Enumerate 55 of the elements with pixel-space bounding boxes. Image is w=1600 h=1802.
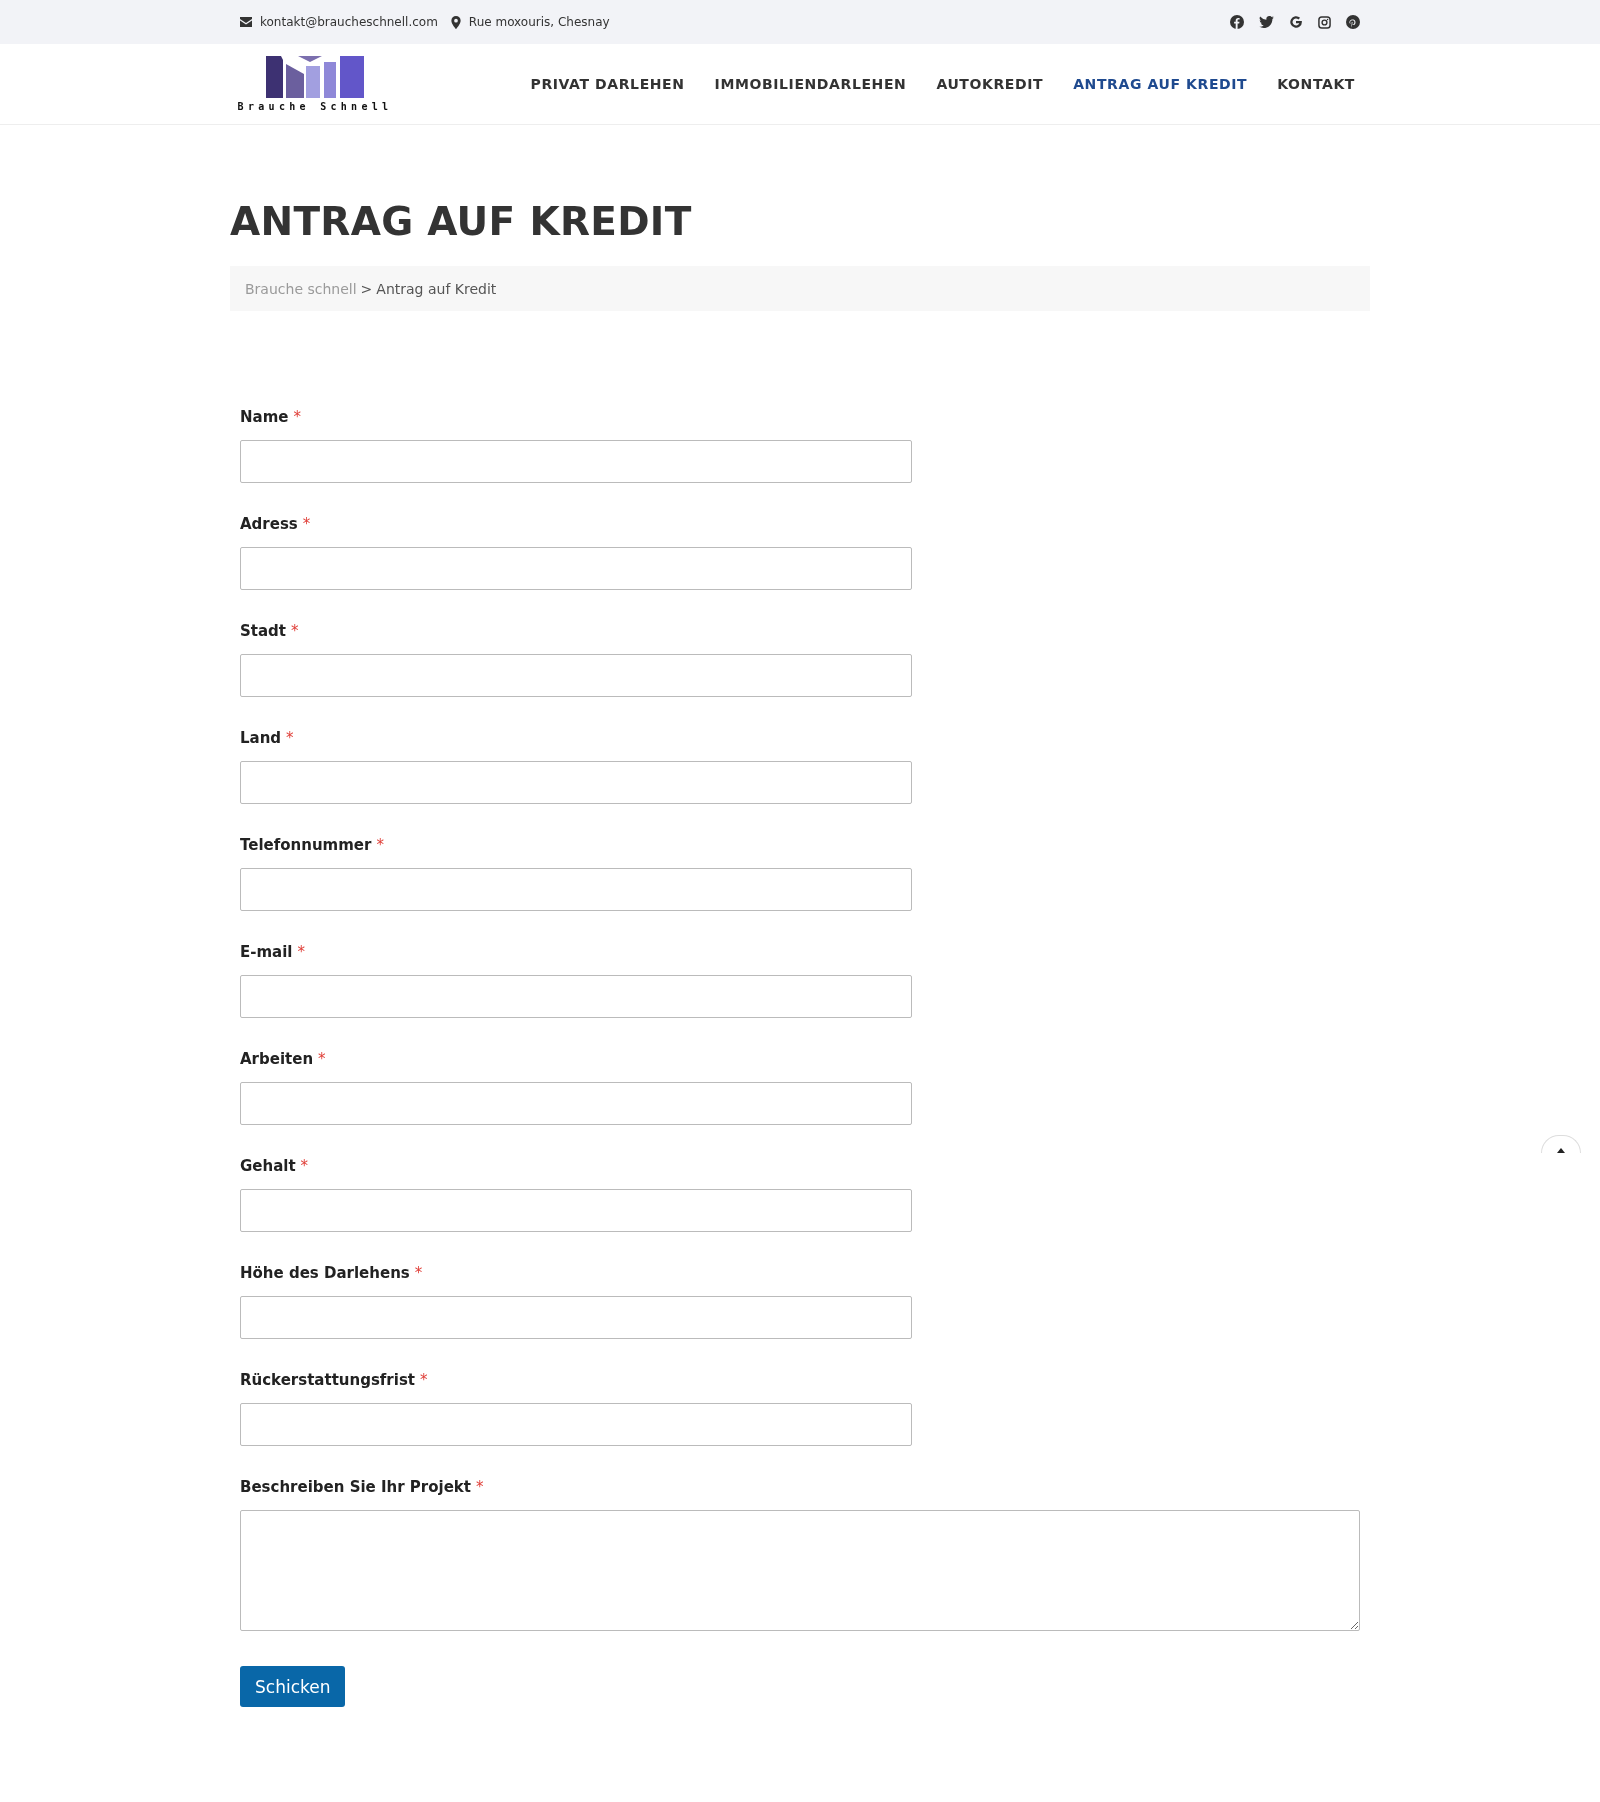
breadcrumb-current: Antrag auf Kredit <box>376 280 497 297</box>
field-label: Telefonnummer <box>240 836 372 854</box>
instagram-icon[interactable] <box>1318 15 1331 29</box>
breadcrumb-separator: > <box>360 280 373 297</box>
nav-link[interactable]: KONTAKT <box>1277 76 1355 92</box>
textarea-field[interactable] <box>240 1510 1360 1631</box>
field-label: Gehalt <box>240 1157 296 1175</box>
required-mark: * <box>300 1157 309 1175</box>
input-field[interactable] <box>240 868 912 911</box>
required-mark: * <box>286 729 294 747</box>
mail-icon <box>240 17 252 27</box>
field-label: E-mail <box>240 943 293 961</box>
nav-link[interactable]: PRIVAT DARLEHEN <box>530 76 685 92</box>
submit-button[interactable]: Schicken <box>240 1666 346 1707</box>
input-field[interactable] <box>240 654 912 697</box>
required-mark: * <box>476 1478 484 1496</box>
email-text: kontakt@braucheschnell.com <box>260 15 438 29</box>
location-pin-icon <box>450 15 461 29</box>
field-label: Adress <box>240 515 298 533</box>
field-label: Stadt <box>240 622 286 640</box>
nav-link[interactable]: IMMOBILIENDARLEHEN <box>714 76 907 92</box>
required-mark: * <box>302 515 311 533</box>
required-mark: * <box>318 1050 326 1068</box>
input-field[interactable] <box>240 1403 912 1446</box>
pinterest-icon[interactable] <box>1346 15 1360 29</box>
scroll-top-button[interactable] <box>1541 1135 1581 1153</box>
input-field[interactable] <box>240 547 912 590</box>
input-field[interactable] <box>240 975 912 1018</box>
required-mark: * <box>293 408 301 426</box>
caret-icon <box>1557 1148 1565 1153</box>
logo-text: Brauche Schnell <box>237 101 393 112</box>
required-mark: * <box>297 943 305 961</box>
nav-link[interactable]: ANTRAG AUF KREDIT <box>1073 76 1248 92</box>
input-field[interactable] <box>240 1296 912 1339</box>
field-label: Land <box>240 729 282 747</box>
facebook-icon[interactable] <box>1230 15 1244 29</box>
page-title: ANTRAG AUF KREDIT <box>230 199 693 244</box>
field-label: Höhe des Darlehens <box>240 1264 410 1282</box>
required-mark: * <box>291 622 299 640</box>
input-field[interactable] <box>240 761 912 804</box>
input-field[interactable] <box>240 440 912 483</box>
google-icon[interactable] <box>1289 15 1303 29</box>
field-label: Beschreiben Sie Ihr Projekt <box>240 1478 471 1496</box>
logo-icon[interactable] <box>266 56 364 98</box>
address-text: Rue moxouris, Chesnay <box>468 15 610 29</box>
field-label: Arbeiten <box>240 1050 314 1068</box>
required-mark: * <box>376 836 384 854</box>
field-label: Rückerstattungsfrist <box>240 1371 415 1389</box>
field-label: Name <box>240 408 289 426</box>
input-field[interactable] <box>240 1082 912 1125</box>
nav-link[interactable]: AUTOKREDIT <box>936 76 1044 92</box>
twitter-icon[interactable] <box>1259 16 1274 28</box>
required-mark: * <box>420 1371 428 1389</box>
input-field[interactable] <box>240 1189 912 1232</box>
required-mark: * <box>414 1264 423 1282</box>
